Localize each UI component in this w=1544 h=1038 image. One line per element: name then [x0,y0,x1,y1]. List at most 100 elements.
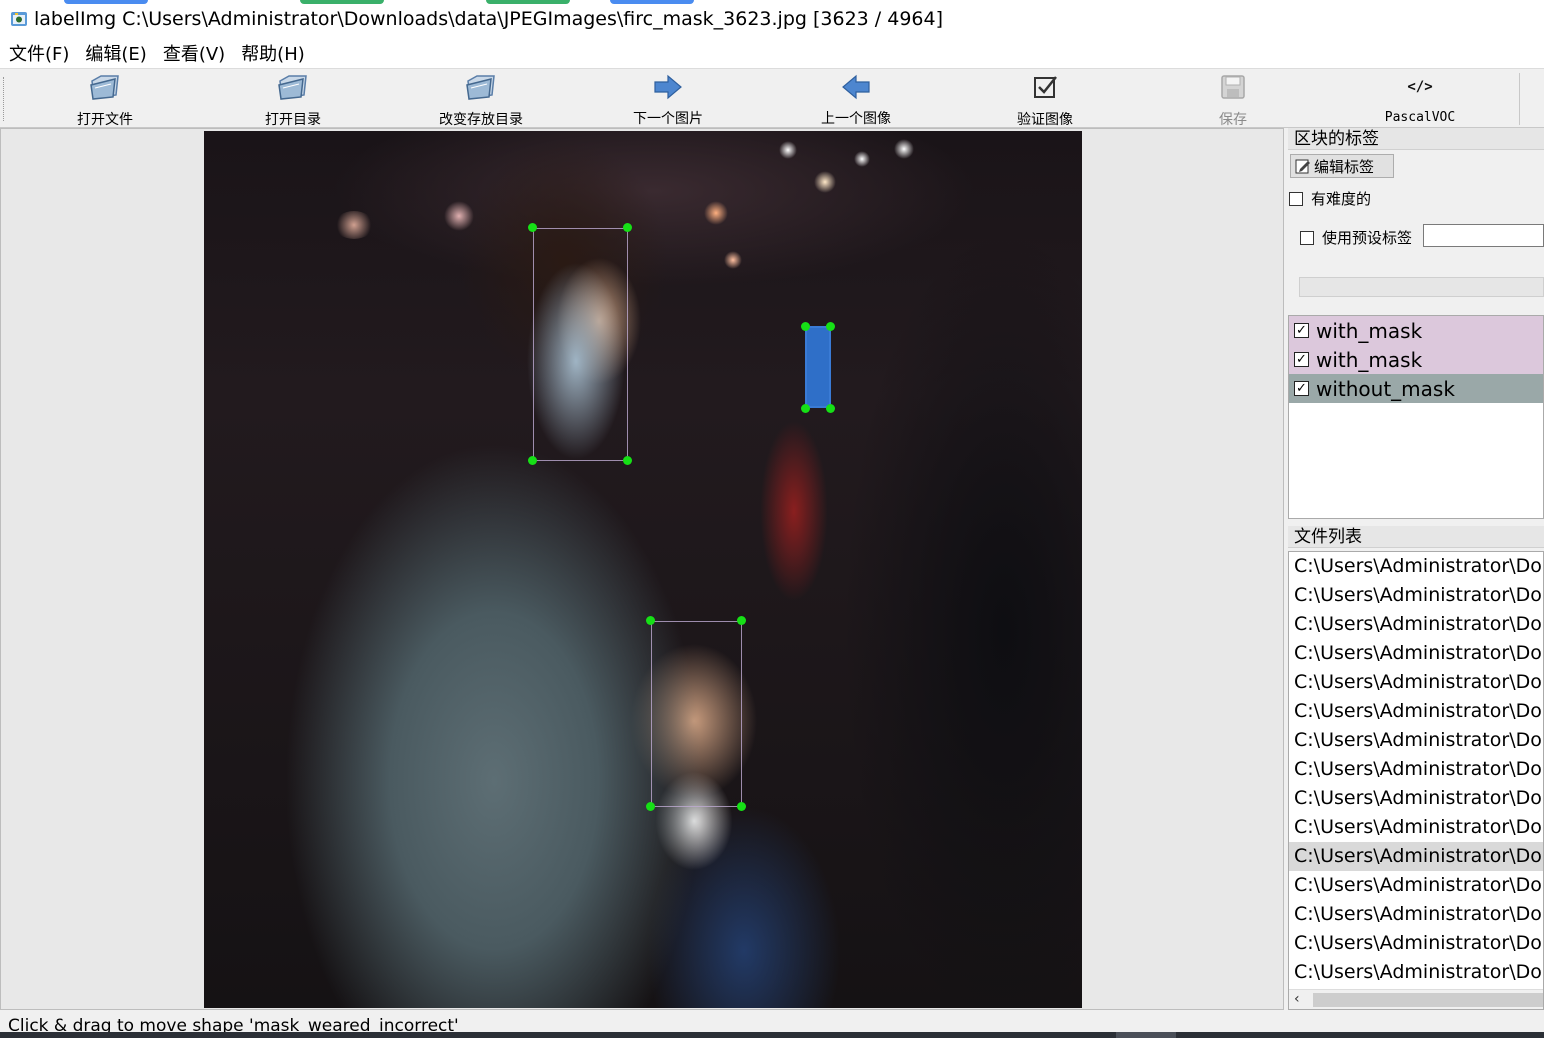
arrow-right-icon [654,74,682,100]
difficult-checkbox-row[interactable]: 有难度的 [1289,188,1371,209]
file-list[interactable]: C:\Users\Administrator\Do C:\Users\Admin… [1288,551,1544,1010]
resize-handle[interactable] [737,616,746,625]
label-name: without_mask [1316,376,1455,401]
label-name: with_mask [1316,347,1423,372]
toolbar: 打开文件 打开目录 改变存放目录 下一个图片 上一个图像 验证图像 保存 </>… [0,68,1544,128]
background-light [334,211,374,239]
labelimg-window: labelImg C:\Users\Administrator\Download… [0,0,1544,1038]
file-list-item-current[interactable]: C:\Users\Administrator\Do [1289,842,1543,871]
label-list[interactable]: ✓ with_mask ✓ with_mask ✓ without_mask [1288,315,1544,519]
edit-label-text: 编辑标签 [1314,157,1375,176]
resize-handle[interactable] [801,404,810,413]
background-light [814,171,836,193]
resize-handle[interactable] [826,404,835,413]
resize-handle[interactable] [826,322,835,331]
open-file-label: 打开文件 [77,112,133,128]
resize-handle[interactable] [623,223,632,232]
prev-image-label: 上一个图像 [821,111,891,127]
file-list-item[interactable]: C:\Users\Administrator\Do [1289,813,1543,842]
background-light [444,201,474,231]
file-list-item[interactable]: C:\Users\Administrator\Do [1289,958,1543,987]
horizontal-scrollbar[interactable]: ‹ [1289,989,1543,1009]
resize-handle[interactable] [801,322,810,331]
background-light [779,141,797,159]
right-dock: 区块的标签 编辑标签 有难度的 使用预设标签 ✓ with_mask ✓ wit… [1287,128,1544,1010]
save-label: 保存 [1219,112,1247,128]
format-label: PascalVOC [1384,110,1456,125]
resize-handle[interactable] [646,616,655,625]
background-light [704,201,728,225]
resize-handle[interactable] [737,802,746,811]
scroll-left-icon[interactable]: ‹ [1294,991,1300,1007]
box-labels-title: 区块的标签 [1288,128,1544,150]
open-file-button[interactable]: 打开文件 [64,69,146,129]
code-tag-icon: </> [1407,79,1433,95]
file-list-item[interactable]: C:\Users\Administrator\Do [1289,726,1543,755]
format-toggle-button[interactable]: </> PascalVOC [1378,69,1462,129]
open-dir-label: 打开目录 [265,112,321,128]
edit-label-button[interactable]: 编辑标签 [1290,154,1394,178]
bounding-box[interactable] [533,228,628,461]
annotated-photo[interactable] [204,131,1082,1008]
use-default-label-text: 使用预设标签 [1322,229,1413,247]
title-bar: labelImg C:\Users\Administrator\Download… [0,0,1544,38]
label-visible-checkbox[interactable]: ✓ [1294,352,1309,367]
image-canvas[interactable] [0,128,1284,1010]
label-name: with_mask [1316,318,1423,343]
resize-handle[interactable] [528,456,537,465]
selected-bounding-box[interactable] [805,326,831,408]
label-visible-checkbox[interactable]: ✓ [1294,323,1309,338]
use-default-label-row[interactable]: 使用预设标签 [1300,227,1412,248]
label-filter-combo[interactable] [1299,277,1544,297]
file-list-item[interactable]: C:\Users\Administrator\Do [1289,610,1543,639]
file-list-item[interactable]: C:\Users\Administrator\Do [1289,552,1543,581]
label-visible-checkbox[interactable]: ✓ [1294,381,1309,396]
folder-open-icon [278,74,307,100]
file-list-item[interactable]: C:\Users\Administrator\Do [1289,581,1543,610]
resize-handle[interactable] [528,223,537,232]
bounding-box[interactable] [651,621,742,807]
save-button[interactable]: 保存 [1198,69,1268,129]
resize-handle[interactable] [646,802,655,811]
menu-help[interactable]: 帮助(H) [233,40,313,66]
next-image-button[interactable]: 下一个图片 [624,69,712,129]
file-list-item[interactable]: C:\Users\Administrator\Do [1289,755,1543,784]
verify-image-button[interactable]: 验证图像 [1006,69,1084,129]
label-item[interactable]: ✓ without_mask [1289,374,1543,403]
use-default-label-checkbox[interactable] [1300,230,1314,245]
file-list-item[interactable]: C:\Users\Administrator\Do [1289,639,1543,668]
resize-handle[interactable] [623,456,632,465]
file-list-item[interactable]: C:\Users\Administrator\Do [1289,900,1543,929]
change-save-dir-label: 改变存放目录 [439,112,523,128]
label-item[interactable]: ✓ with_mask [1289,316,1543,345]
scrollbar-thumb[interactable] [1313,993,1543,1007]
background-light [894,139,914,159]
difficult-checkbox[interactable] [1289,191,1303,206]
prev-image-button[interactable]: 上一个图像 [812,69,900,129]
toolbar-grip[interactable] [3,77,5,121]
folder-open-icon [466,74,495,100]
menu-file[interactable]: 文件(F) [0,40,77,66]
menu-edit[interactable]: 编辑(E) [77,40,154,66]
verify-image-label: 验证图像 [1017,112,1073,128]
file-list-item[interactable]: C:\Users\Administrator\Do [1289,871,1543,900]
open-dir-button[interactable]: 打开目录 [252,69,334,129]
arrow-left-icon [842,74,870,100]
folder-open-icon [90,74,119,100]
checkbox-check-icon [1034,75,1057,98]
window-title: labelImg C:\Users\Administrator\Download… [34,8,944,30]
menu-bar: 文件(F) 编辑(E) 查看(V) 帮助(H) [0,38,1544,68]
file-list-item[interactable]: C:\Users\Administrator\Do [1289,668,1543,697]
status-bar: Click & drag to move shape 'mask_weared_… [0,1010,1544,1038]
file-list-item[interactable]: C:\Users\Administrator\Do [1289,697,1543,726]
file-list-item[interactable]: C:\Users\Administrator\Do [1289,784,1543,813]
change-save-dir-button[interactable]: 改变存放目录 [430,69,532,129]
toolbar-separator [1519,73,1520,125]
app-icon [11,12,27,26]
difficult-label: 有难度的 [1311,190,1372,208]
default-label-input[interactable] [1423,224,1544,247]
menu-view[interactable]: 查看(V) [155,40,233,66]
label-item[interactable]: ✓ with_mask [1289,345,1543,374]
file-list-title: 文件列表 [1288,526,1544,548]
file-list-item[interactable]: C:\Users\Administrator\Do [1289,929,1543,958]
